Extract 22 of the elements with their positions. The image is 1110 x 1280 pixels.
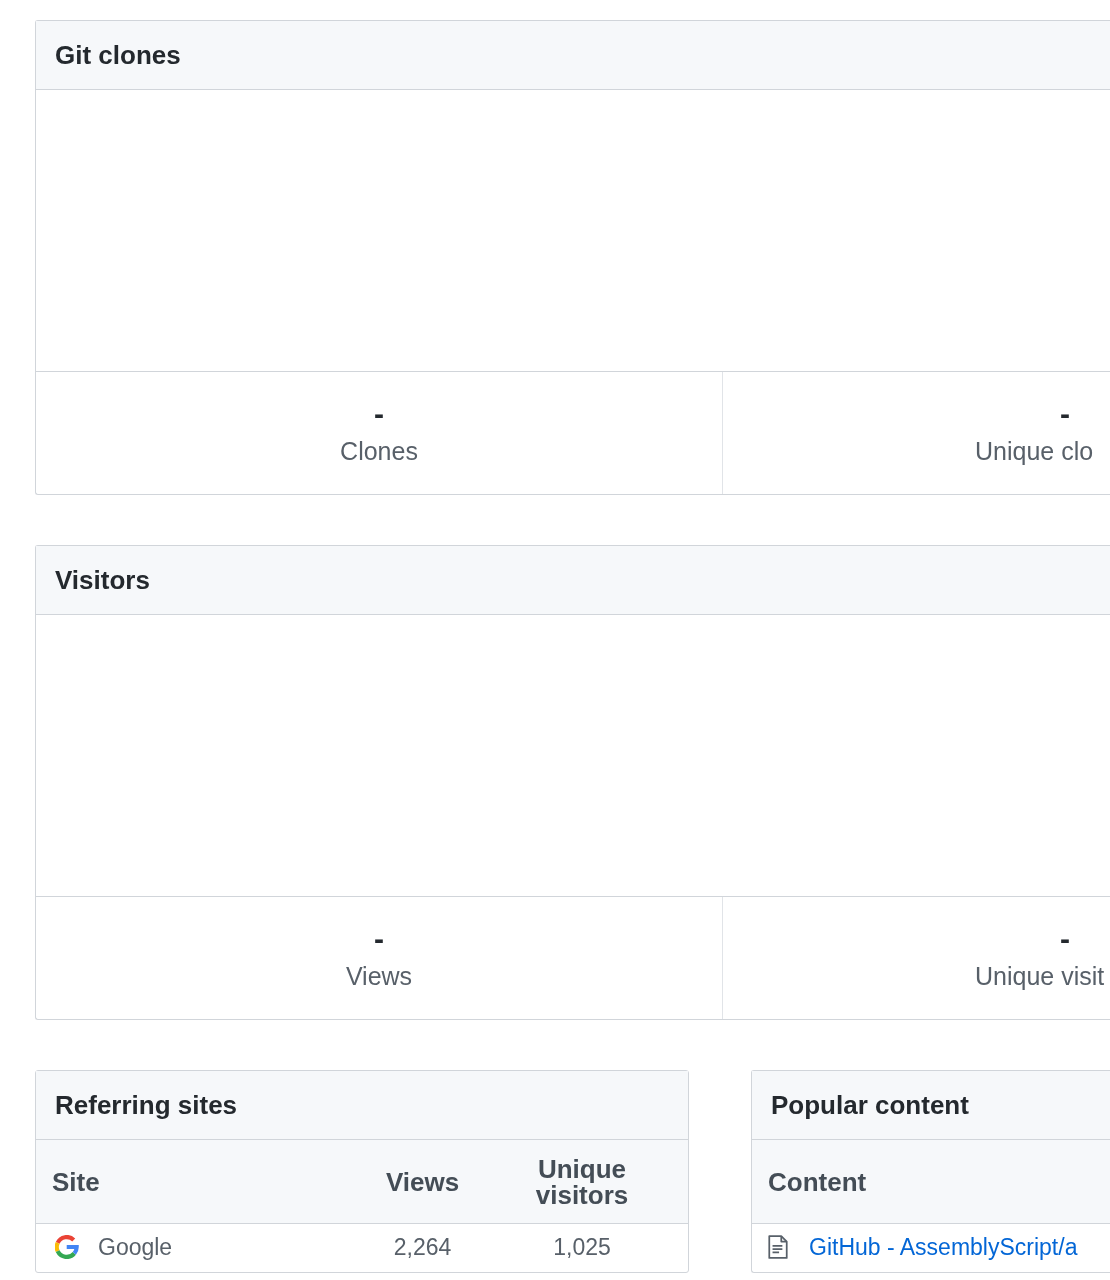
column-header: Unique visitors [534, 1155, 630, 1208]
column-header: Site [51, 1168, 101, 1195]
column-header: Content [767, 1168, 868, 1195]
content-link[interactable]: GitHub - AssemblyScript/a [809, 1232, 1078, 1262]
panel-title: Referring sites [55, 1089, 238, 1121]
stat-value: - [374, 398, 384, 430]
stat-value: - [1060, 923, 1070, 955]
stat-label: Unique clo [975, 436, 1094, 467]
table-cell-text: 2,264 [392, 1233, 453, 1262]
stat-value: - [1060, 398, 1070, 430]
column-header: Views [384, 1168, 461, 1195]
panel-title: Git clones [55, 39, 181, 71]
stat-value: - [374, 923, 384, 955]
document-icon [766, 1235, 790, 1259]
panel-title: Visitors [55, 564, 150, 596]
g-logo-icon [55, 1235, 79, 1259]
stat-label: Views [345, 961, 413, 992]
table-cell-text: 1,025 [552, 1233, 612, 1262]
panel-title: Popular content [771, 1089, 969, 1121]
stat-label: Clones [340, 436, 418, 467]
stat-label: Unique visit [975, 961, 1105, 992]
site-link[interactable]: Google [98, 1232, 173, 1262]
